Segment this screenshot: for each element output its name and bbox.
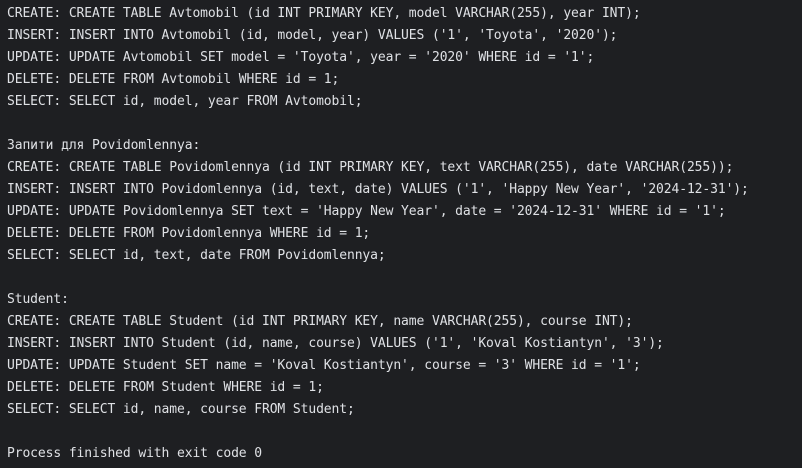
console-line: DELETE: DELETE FROM Povidomlennya WHERE … xyxy=(7,226,371,241)
console-line: CREATE: CREATE TABLE Povidomlennya (id I… xyxy=(7,160,734,175)
console-line: Process finished with exit code 0 xyxy=(7,446,262,461)
console-line: Запити для Povidomlennya: xyxy=(7,138,201,153)
console-line: SELECT: SELECT id, model, year FROM Avto… xyxy=(7,94,363,109)
console-line: DELETE: DELETE FROM Avtomobil WHERE id =… xyxy=(7,72,340,87)
console-line: INSERT: INSERT INTO Avtomobil (id, model… xyxy=(7,28,618,43)
console-line: CREATE: CREATE TABLE Student (id INT PRI… xyxy=(7,314,633,329)
console-line: UPDATE: UPDATE Povidomlennya SET text = … xyxy=(7,204,726,219)
console-line: CREATE: CREATE TABLE Avtomobil (id INT P… xyxy=(7,6,641,21)
console-line: INSERT: INSERT INTO Povidomlennya (id, t… xyxy=(7,182,749,197)
console-output: CREATE: CREATE TABLE Avtomobil (id INT P… xyxy=(0,0,802,468)
console-line: UPDATE: UPDATE Student SET name = 'Koval… xyxy=(7,358,641,373)
console-line: SELECT: SELECT id, text, date FROM Povid… xyxy=(7,248,386,263)
console-line: INSERT: INSERT INTO Student (id, name, c… xyxy=(7,336,664,351)
console-line: Student: xyxy=(7,292,69,307)
console-line: SELECT: SELECT id, name, course FROM Stu… xyxy=(7,402,355,417)
console-line: DELETE: DELETE FROM Student WHERE id = 1… xyxy=(7,380,324,395)
console-line: UPDATE: UPDATE Avtomobil SET model = 'To… xyxy=(7,50,595,65)
